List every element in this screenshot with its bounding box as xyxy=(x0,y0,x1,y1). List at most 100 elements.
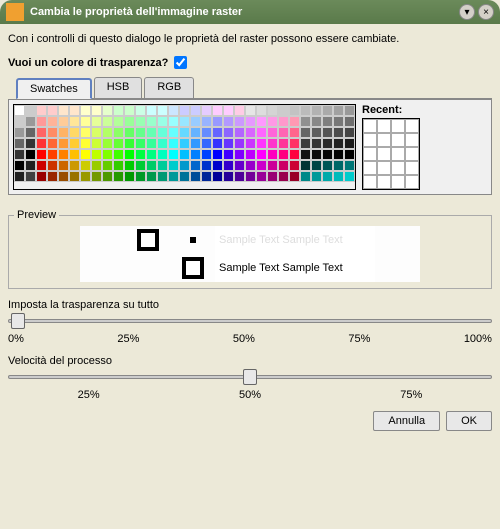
transparency-slider-thumb[interactable] xyxy=(11,313,25,329)
color-swatch[interactable] xyxy=(146,127,157,138)
color-swatch[interactable] xyxy=(91,116,102,127)
color-swatch[interactable] xyxy=(14,127,25,138)
color-swatch[interactable] xyxy=(311,149,322,160)
color-swatch[interactable] xyxy=(322,171,333,182)
color-swatch[interactable] xyxy=(212,138,223,149)
color-swatch[interactable] xyxy=(102,105,113,116)
color-swatch[interactable] xyxy=(300,127,311,138)
color-swatch[interactable] xyxy=(245,116,256,127)
color-swatch[interactable] xyxy=(179,138,190,149)
color-swatch[interactable] xyxy=(146,116,157,127)
color-swatch[interactable] xyxy=(36,149,47,160)
color-swatch[interactable] xyxy=(14,160,25,171)
color-swatch[interactable] xyxy=(157,160,168,171)
color-swatch[interactable] xyxy=(179,127,190,138)
color-swatch[interactable] xyxy=(201,149,212,160)
color-swatch[interactable] xyxy=(201,116,212,127)
color-swatch[interactable] xyxy=(14,116,25,127)
color-swatch[interactable] xyxy=(300,116,311,127)
color-swatch[interactable] xyxy=(58,171,69,182)
color-swatch[interactable] xyxy=(58,149,69,160)
color-swatch[interactable] xyxy=(25,149,36,160)
color-swatch[interactable] xyxy=(80,171,91,182)
color-swatch[interactable] xyxy=(333,149,344,160)
color-swatch[interactable] xyxy=(267,127,278,138)
color-swatch[interactable] xyxy=(179,149,190,160)
color-swatch[interactable] xyxy=(289,127,300,138)
color-swatch[interactable] xyxy=(344,138,355,149)
recent-swatch[interactable] xyxy=(363,161,377,175)
close-button[interactable]: × xyxy=(478,4,494,20)
color-swatch[interactable] xyxy=(113,127,124,138)
color-swatch[interactable] xyxy=(322,105,333,116)
color-swatch[interactable] xyxy=(311,160,322,171)
color-swatch[interactable] xyxy=(168,171,179,182)
color-swatch[interactable] xyxy=(344,127,355,138)
color-swatch[interactable] xyxy=(333,171,344,182)
speed-slider[interactable] xyxy=(8,375,492,379)
color-swatch[interactable] xyxy=(300,160,311,171)
color-swatch[interactable] xyxy=(157,149,168,160)
color-swatch[interactable] xyxy=(212,160,223,171)
color-swatch[interactable] xyxy=(157,171,168,182)
color-swatch[interactable] xyxy=(124,127,135,138)
color-swatch[interactable] xyxy=(69,149,80,160)
color-swatch[interactable] xyxy=(212,105,223,116)
color-swatch[interactable] xyxy=(267,160,278,171)
color-swatch[interactable] xyxy=(36,116,47,127)
recent-swatch[interactable] xyxy=(377,161,391,175)
color-swatch[interactable] xyxy=(278,116,289,127)
color-swatch[interactable] xyxy=(91,160,102,171)
color-swatch[interactable] xyxy=(278,127,289,138)
color-swatch[interactable] xyxy=(322,160,333,171)
color-swatch[interactable] xyxy=(190,149,201,160)
color-swatch[interactable] xyxy=(256,149,267,160)
color-swatch[interactable] xyxy=(223,149,234,160)
color-swatch[interactable] xyxy=(124,116,135,127)
color-swatch[interactable] xyxy=(256,116,267,127)
color-swatch[interactable] xyxy=(223,105,234,116)
color-swatch[interactable] xyxy=(91,105,102,116)
color-swatch[interactable] xyxy=(267,171,278,182)
color-swatch[interactable] xyxy=(333,116,344,127)
color-swatch[interactable] xyxy=(113,138,124,149)
recent-swatch[interactable] xyxy=(405,133,419,147)
color-swatch[interactable] xyxy=(47,105,58,116)
color-swatch[interactable] xyxy=(25,116,36,127)
color-swatch[interactable] xyxy=(311,171,322,182)
color-swatch[interactable] xyxy=(333,138,344,149)
color-swatch[interactable] xyxy=(190,127,201,138)
color-swatch[interactable] xyxy=(80,105,91,116)
color-swatch[interactable] xyxy=(234,127,245,138)
color-swatch[interactable] xyxy=(234,138,245,149)
swatch-grid[interactable] xyxy=(13,104,356,190)
color-swatch[interactable] xyxy=(333,160,344,171)
color-swatch[interactable] xyxy=(223,138,234,149)
color-swatch[interactable] xyxy=(245,105,256,116)
color-swatch[interactable] xyxy=(344,171,355,182)
speed-slider-thumb[interactable] xyxy=(243,369,257,385)
transparency-checkbox[interactable] xyxy=(174,56,187,69)
color-swatch[interactable] xyxy=(201,105,212,116)
color-swatch[interactable] xyxy=(47,149,58,160)
color-swatch[interactable] xyxy=(234,105,245,116)
color-swatch[interactable] xyxy=(102,116,113,127)
color-swatch[interactable] xyxy=(124,105,135,116)
color-swatch[interactable] xyxy=(168,138,179,149)
color-swatch[interactable] xyxy=(146,105,157,116)
color-swatch[interactable] xyxy=(278,149,289,160)
color-swatch[interactable] xyxy=(80,160,91,171)
color-swatch[interactable] xyxy=(256,160,267,171)
color-swatch[interactable] xyxy=(190,138,201,149)
recent-swatch[interactable] xyxy=(377,133,391,147)
color-swatch[interactable] xyxy=(234,171,245,182)
recent-swatch[interactable] xyxy=(405,119,419,133)
color-swatch[interactable] xyxy=(289,138,300,149)
recent-swatch[interactable] xyxy=(377,175,391,189)
color-swatch[interactable] xyxy=(311,127,322,138)
color-swatch[interactable] xyxy=(278,160,289,171)
color-swatch[interactable] xyxy=(36,160,47,171)
color-swatch[interactable] xyxy=(36,105,47,116)
color-swatch[interactable] xyxy=(322,127,333,138)
color-swatch[interactable] xyxy=(333,127,344,138)
